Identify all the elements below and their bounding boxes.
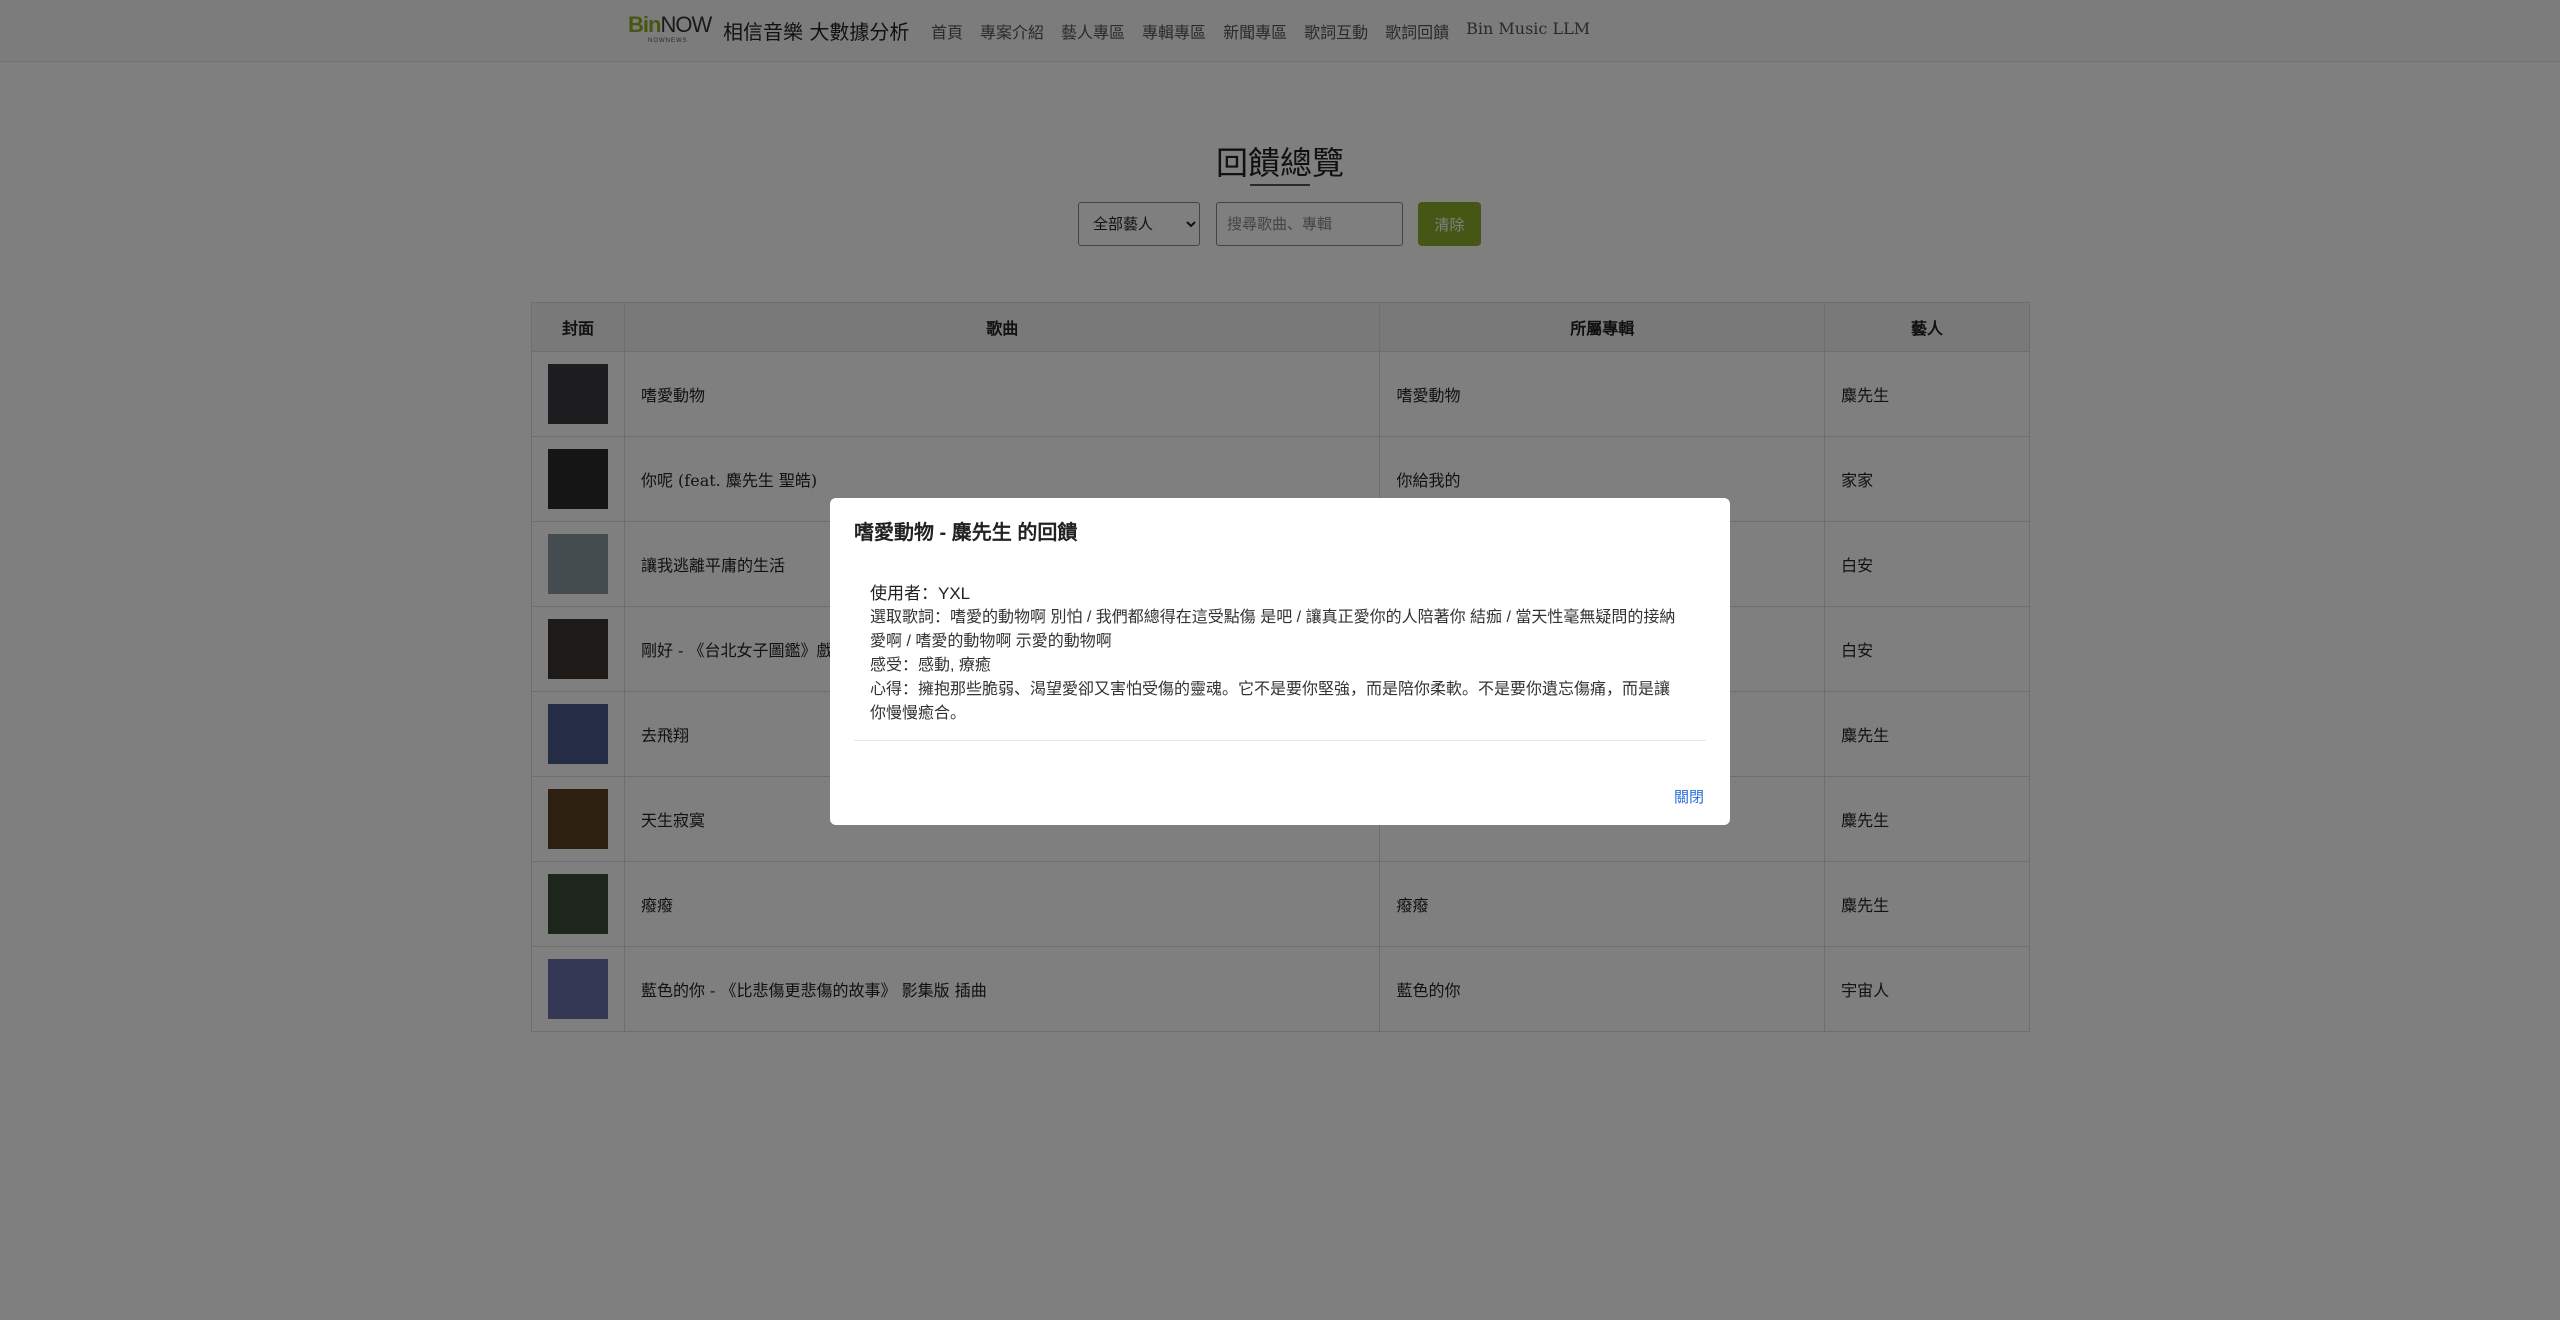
modal-user: 使用者：YXL: [870, 584, 971, 603]
modal-thoughts-cont: 你慢慢癒合。: [870, 705, 967, 722]
modal-feeling: 感受：感動, 療癒: [870, 657, 991, 674]
modal-divider: [854, 740, 1706, 741]
modal-title: 嗜愛動物 - 麋先生 的回饋: [854, 522, 1078, 544]
feedback-modal: 嗜愛動物 - 麋先生 的回饋 使用者：YXL 選取歌詞：嗜愛的動物啊 別怕 / …: [830, 498, 1730, 825]
close-button[interactable]: 關閉: [1674, 786, 1704, 807]
modal-body: 使用者：YXL 選取歌詞：嗜愛的動物啊 別怕 / 我們都總得在這受點傷 是吧 /…: [870, 582, 1690, 726]
modal-lyrics-cont: 愛啊 / 嗜愛的動物啊 示愛的動物啊: [870, 633, 1112, 650]
modal-lyrics: 選取歌詞：嗜愛的動物啊 別怕 / 我們都總得在這受點傷 是吧 / 讓真正愛你的人…: [870, 609, 1676, 626]
modal-thoughts: 心得：擁抱那些脆弱、渴望愛卻又害怕受傷的靈魂。它不是要你堅強，而是陪你柔軟。不是…: [870, 681, 1671, 698]
